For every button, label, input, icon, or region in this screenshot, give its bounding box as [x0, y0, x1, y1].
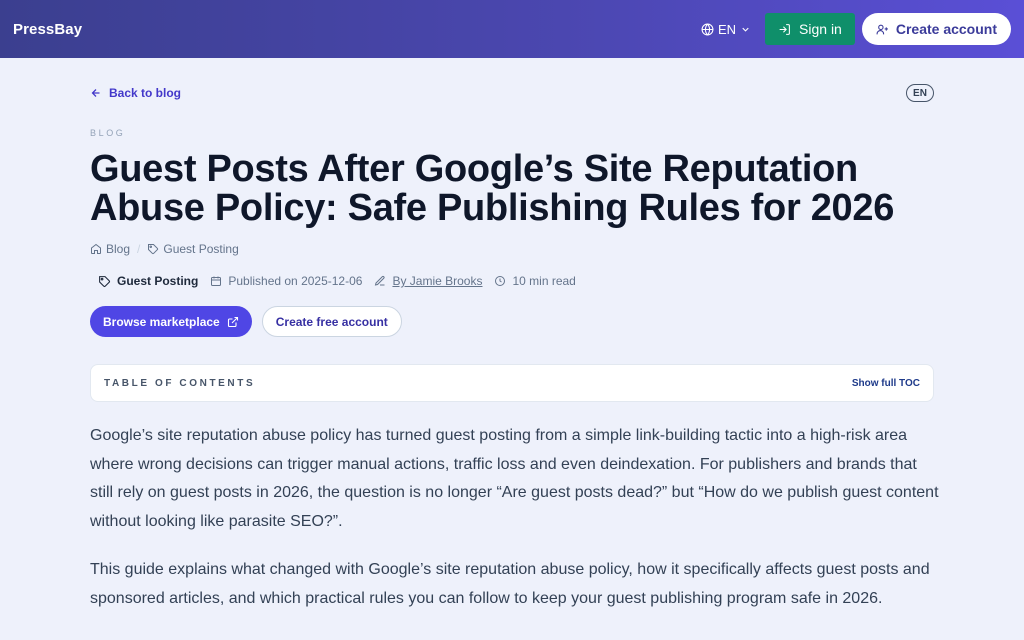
toc-label: TABLE OF CONTENTS: [104, 377, 256, 389]
sign-in-button[interactable]: Sign in: [765, 13, 855, 45]
article-paragraph: Google’s site reputation abuse policy ha…: [90, 427, 939, 530]
pen-icon: [375, 275, 386, 286]
table-of-contents: TABLE OF CONTENTS Show full TOC: [90, 364, 934, 402]
globe-icon: [701, 23, 714, 35]
user-plus-icon: [876, 24, 888, 34]
read-time: 10 min read: [494, 274, 576, 288]
show-full-toc-link[interactable]: Show full TOC: [852, 378, 920, 389]
top-navigation-bar: PressBay EN Sign in Create account: [0, 0, 1024, 58]
back-label: Back to blog: [109, 86, 182, 100]
sign-in-label: Sign in: [799, 21, 842, 37]
language-label: EN: [717, 21, 737, 37]
clock-icon: [495, 276, 506, 286]
published-date: Published on 2025-12-06: [210, 274, 362, 288]
language-badge[interactable]: EN: [906, 84, 934, 102]
create-account-label: Create account: [895, 21, 997, 37]
breadcrumb-guest-posting[interactable]: Guest Posting: [163, 242, 238, 256]
home-icon: [91, 243, 101, 254]
tag-icon: [99, 275, 110, 287]
article-paragraph: This guide explains what changed with Go…: [90, 561, 930, 607]
section-eyebrow: BLOG: [90, 128, 126, 138]
external-link-icon: [227, 316, 238, 327]
page-title: Guest Posts After Google’s Site Reputati…: [90, 148, 895, 229]
author[interactable]: By Jamie Brooks: [374, 274, 482, 288]
article-actions: Browse marketplace Create free account: [90, 306, 402, 337]
read-time-label: 10 min read: [512, 274, 576, 288]
breadcrumb-separator: /: [137, 242, 141, 256]
category-tag[interactable]: Guest Posting: [98, 274, 198, 288]
language-selector[interactable]: EN: [701, 22, 751, 37]
arrow-left-icon: [91, 89, 100, 97]
brand-logo[interactable]: PressBay: [13, 21, 82, 38]
published-label: Published on 2025-12-06: [228, 274, 363, 288]
breadcrumb-blog[interactable]: Blog: [106, 242, 130, 256]
article-meta: Guest Posting Published on 2025-12-06 By…: [98, 274, 588, 288]
author-link[interactable]: By Jamie Brooks: [392, 274, 482, 288]
back-to-blog-link[interactable]: Back to blog: [90, 86, 181, 100]
breadcrumb: Blog / Guest Posting: [90, 242, 239, 256]
calendar-icon: [211, 276, 222, 286]
create-account-button[interactable]: Create account: [861, 13, 1011, 45]
browse-marketplace-button[interactable]: Browse marketplace: [90, 306, 252, 337]
chevron-down-icon: [742, 27, 749, 32]
create-free-account-button[interactable]: Create free account: [261, 306, 402, 337]
category-label: Guest Posting: [117, 274, 199, 288]
back-row: Back to blog EN: [90, 84, 934, 104]
tag-icon: [148, 244, 159, 255]
header-actions: EN Sign in Create account: [701, 13, 1011, 45]
browse-marketplace-label: Browse marketplace: [103, 314, 220, 329]
sign-in-icon: [779, 23, 790, 35]
create-free-account-label: Create free account: [275, 314, 388, 329]
